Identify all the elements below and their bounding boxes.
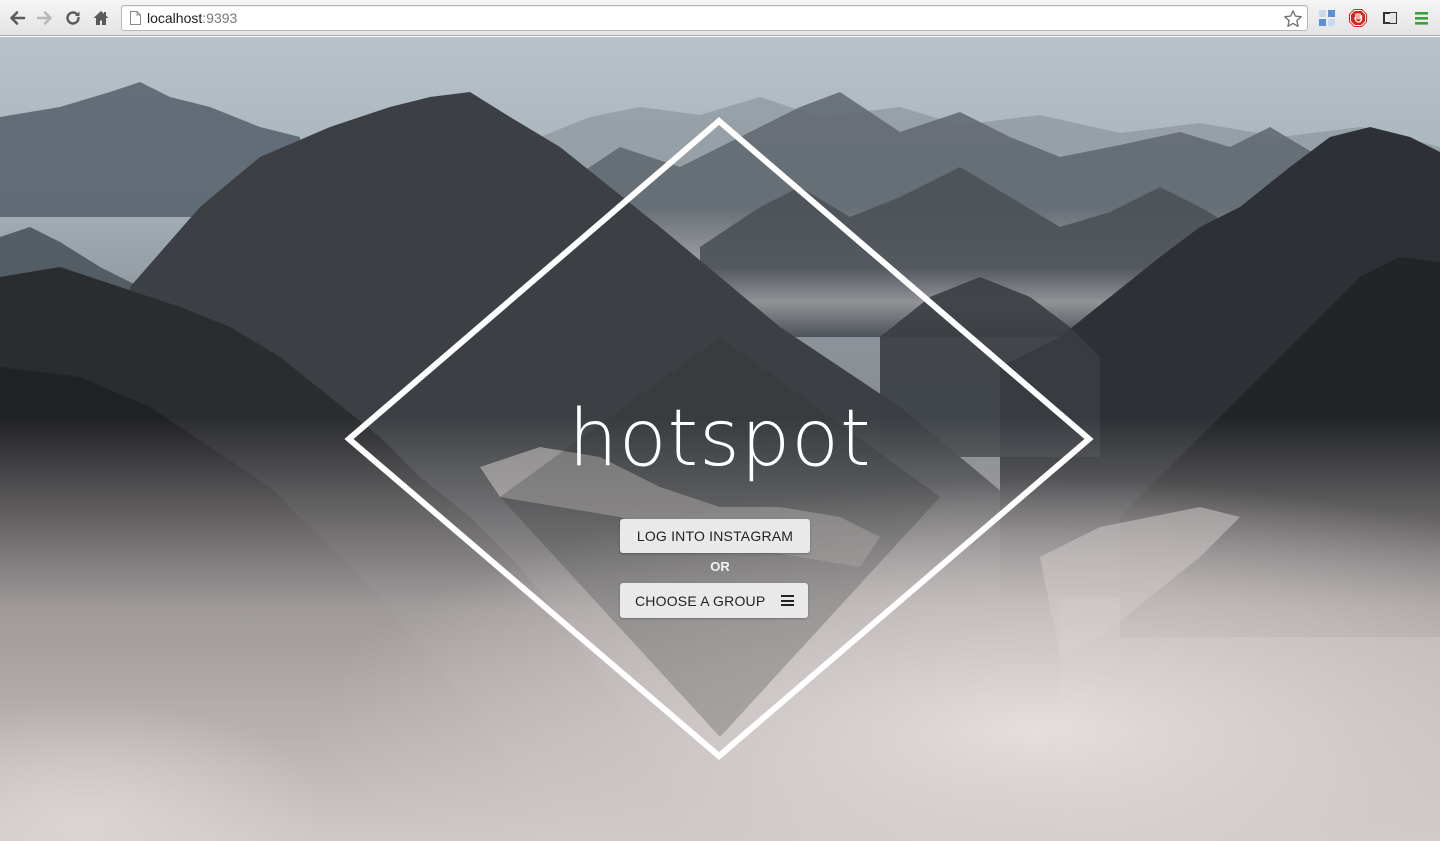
url-port: :9393	[202, 10, 238, 26]
home-button[interactable]	[90, 7, 112, 29]
url-host: localhost	[147, 10, 203, 26]
forward-button[interactable]	[34, 7, 56, 29]
browser-toolbar: localhost:9393	[0, 0, 1440, 36]
back-arrow-icon	[10, 11, 26, 25]
reload-icon	[66, 11, 80, 25]
star-icon[interactable]	[1283, 9, 1303, 29]
hamburger-menu-icon	[781, 595, 794, 606]
choose-a-group-label: CHOOSE A GROUP	[635, 592, 766, 609]
hotspot-logo-title: hotspot	[568, 394, 872, 484]
home-icon	[93, 11, 109, 25]
address-bar[interactable]: localhost:9393	[121, 5, 1308, 31]
extension-grid-icon[interactable]	[1317, 8, 1337, 28]
log-into-instagram-button[interactable]: LOG INTO INSTAGRAM	[620, 519, 810, 553]
url-text[interactable]: localhost:9393	[147, 10, 237, 27]
forward-arrow-icon	[36, 11, 52, 25]
cast-icon[interactable]	[1380, 8, 1400, 28]
chrome-menu-icon[interactable]	[1411, 8, 1431, 28]
back-button[interactable]	[6, 7, 28, 29]
page-icon	[130, 11, 141, 25]
adblock-icon[interactable]	[1348, 8, 1368, 28]
choose-a-group-dropdown[interactable]: CHOOSE A GROUP	[620, 583, 808, 618]
or-separator: OR	[710, 559, 730, 574]
reload-button[interactable]	[62, 7, 84, 29]
hero-section: hotspot LOG INTO INSTAGRAM OR CHOOSE A G…	[0, 37, 1440, 841]
